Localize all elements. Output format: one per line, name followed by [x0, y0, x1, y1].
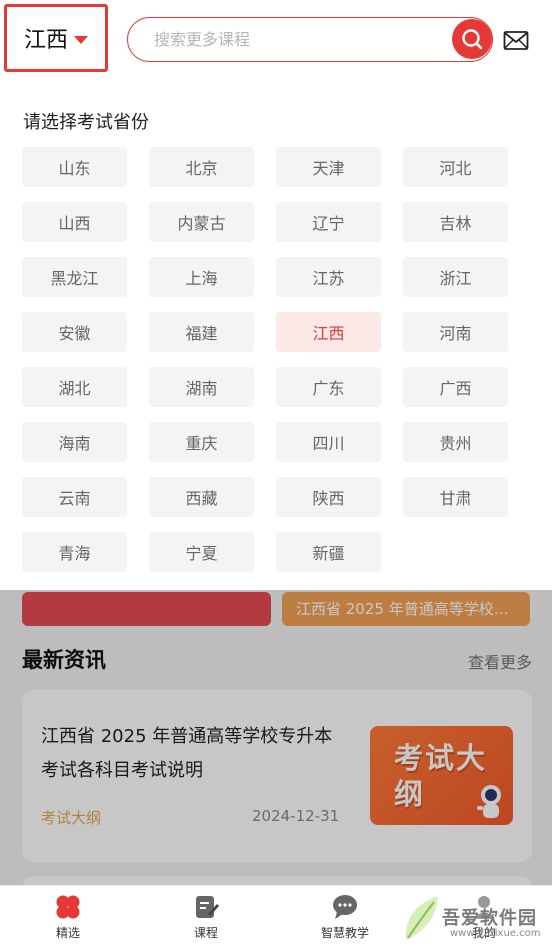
province-option[interactable]: 江西 [276, 312, 381, 352]
tab-featured-label: 精选 [55, 926, 80, 940]
province-option[interactable]: 海南 [22, 422, 127, 462]
province-option[interactable]: 内蒙古 [149, 202, 254, 242]
province-option[interactable]: 甘肃 [403, 477, 508, 517]
watermark-url: www.52zixue.com [450, 928, 541, 939]
province-option[interactable]: 广西 [403, 367, 508, 407]
province-option[interactable]: 西藏 [149, 477, 254, 517]
province-option[interactable]: 山东 [22, 147, 127, 187]
province-option[interactable]: 广东 [276, 367, 381, 407]
province-option[interactable]: 天津 [276, 147, 381, 187]
selector-title: 请选择考试省份 [23, 112, 149, 133]
province-option[interactable]: 江苏 [276, 257, 381, 297]
tab-smart-teaching[interactable]: 智慧教学 [295, 892, 395, 946]
province-dropdown-button[interactable]: 江西 [4, 4, 108, 72]
province-option[interactable]: 黑龙江 [22, 257, 127, 297]
province-option[interactable]: 山西 [22, 202, 127, 242]
province-option[interactable]: 重庆 [149, 422, 254, 462]
edit-icon [196, 896, 219, 918]
caret-down-icon [74, 35, 88, 44]
watermark-text: 吾爱软件园 [442, 908, 537, 929]
province-option[interactable]: 上海 [149, 257, 254, 297]
province-option[interactable]: 湖南 [149, 367, 254, 407]
province-grid: 山东 北京 天津 河北山西 内蒙古 辽宁 吉林黑龙江 上海 江苏 浙江安徽 福建 江西 河南湖北 湖南 广东… [22, 147, 512, 572]
tab-featured[interactable]: 精选 [18, 892, 118, 946]
province-option[interactable]: 湖北 [22, 367, 127, 407]
province-option[interactable]: 北京 [149, 147, 254, 187]
province-option[interactable]: 宁夏 [149, 532, 254, 572]
province-option[interactable]: 陕西 [276, 477, 381, 517]
search-bar [127, 17, 493, 62]
search-button[interactable] [452, 19, 492, 59]
province-option[interactable]: 福建 [149, 312, 254, 352]
site-watermark: 吾爱软件园 www.52zixue.com [400, 886, 550, 947]
message-button[interactable] [503, 30, 529, 52]
top-header: 江西 [0, 0, 552, 80]
tab-courses[interactable]: 课程 [156, 892, 256, 946]
chat-icon [333, 895, 357, 919]
province-option[interactable]: 青海 [22, 532, 127, 572]
province-option[interactable]: 安徽 [22, 312, 127, 352]
province-option[interactable]: 新疆 [276, 532, 381, 572]
province-option[interactable]: 辽宁 [276, 202, 381, 242]
search-input[interactable] [154, 27, 444, 51]
province-option[interactable]: 云南 [22, 477, 127, 517]
province-option[interactable]: 四川 [276, 422, 381, 462]
province-selector-panel: 江西 请选择考试省份 山东北京天津河北山西内蒙古辽宁吉林黑龙江上海江苏浙江安徽福… [0, 0, 552, 590]
tab-courses-label: 课程 [193, 926, 218, 940]
province-option[interactable]: 贵州 [403, 422, 508, 462]
leaf-logo-icon [405, 896, 438, 940]
bottom-tab-bar: 精选 课程 智慧教学 我的 吾爱软件园 www.52zixue.com [0, 885, 552, 947]
province-option[interactable]: 河南 [403, 312, 508, 352]
mail-icon [503, 31, 529, 50]
province-option[interactable]: 浙江 [403, 257, 508, 297]
tab-smart-teaching-label: 智慧教学 [320, 926, 369, 940]
selected-province-label: 江西 [23, 28, 68, 53]
clover-icon [56, 895, 80, 919]
search-icon [462, 29, 483, 50]
province-option[interactable]: 吉林 [403, 202, 508, 242]
province-option[interactable]: 河北 [403, 147, 508, 187]
